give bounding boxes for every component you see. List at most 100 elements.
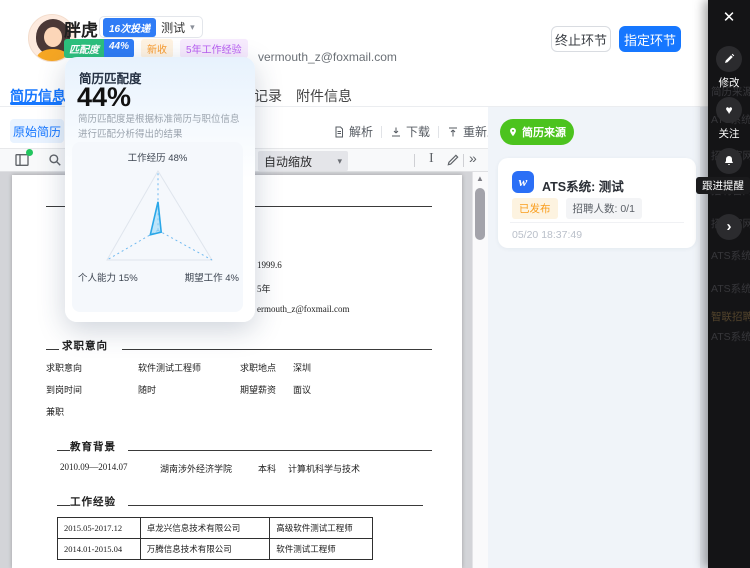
- resume-email-value: ermouth_z@foxmail.com: [257, 304, 350, 314]
- resume-birth-value: 1999.6: [257, 260, 282, 270]
- field-value: 深圳: [293, 361, 311, 374]
- radar-label-work: 工作经历 48%: [128, 150, 188, 164]
- work-dates: 2014.01-2015.04: [58, 539, 141, 560]
- section-rule: [128, 505, 423, 506]
- position-name: 测试: [161, 19, 185, 36]
- resume-source-label: 简历来源: [522, 124, 566, 140]
- ats-source-card[interactable]: w ATS系统: 测试 已发布 招聘人数: 0/1 05/20 18:37:49: [498, 158, 696, 248]
- headcount-badge: 招聘人数: 0/1: [566, 198, 642, 219]
- section-underscore: [46, 349, 59, 350]
- tag-experience: 5年工作经验: [180, 39, 248, 58]
- edu-degree: 本科: [258, 462, 276, 475]
- field-label: 到岗时间: [46, 383, 82, 396]
- location-pin-icon: [508, 127, 518, 137]
- divider: [414, 154, 415, 167]
- assign-stage-button[interactable]: 指定环节: [619, 26, 681, 52]
- field-value: 面议: [293, 383, 311, 396]
- bell-icon: [723, 155, 735, 167]
- chevron-down-icon: ▾: [337, 156, 342, 167]
- edit-label: 修改: [708, 75, 750, 90]
- section-underscore: [57, 450, 70, 451]
- parse-button[interactable]: 解析: [333, 123, 373, 140]
- more-tools-button[interactable]: »: [469, 150, 477, 166]
- card-divider: [510, 222, 684, 223]
- faint-list-item: ATS系统: [711, 329, 750, 344]
- ats-logo-icon: w: [512, 171, 534, 193]
- ats-badges: 已发布 招聘人数: 0/1: [512, 198, 642, 219]
- edu-major: 计算机科学与技术: [288, 462, 360, 475]
- faint-list-item: ATS系统: [711, 281, 750, 296]
- collapse-button[interactable]: ›: [716, 214, 742, 240]
- upload-icon: [447, 126, 459, 138]
- sidebar-toggle-button[interactable]: [14, 152, 30, 168]
- faint-list-item: 智联招聘: [711, 309, 750, 324]
- field-value: 随时: [138, 383, 156, 396]
- match-score-popup: 简历匹配度 44% 简历匹配度是根据标准简历与职位信息进行匹配分析得出的结果 工…: [65, 57, 255, 322]
- table-row: 2015.05-2017.12 卓龙兴信息技术有限公司 高级软件测试工程师: [58, 518, 373, 539]
- edu-school: 湖南涉外经济学院: [160, 462, 232, 475]
- ats-system-title: ATS系统: 测试: [542, 176, 624, 195]
- reminder-button[interactable]: [716, 148, 742, 174]
- download-button[interactable]: 下载: [390, 123, 430, 140]
- close-icon[interactable]: ✕: [708, 8, 750, 26]
- section-title-jobintent: 求职意向: [62, 338, 108, 353]
- notification-dot: [26, 149, 33, 156]
- chevron-right-icon: ›: [727, 218, 732, 235]
- section-title-education: 教育背景: [70, 439, 116, 454]
- radar-label-ability: 个人能力 15%: [78, 270, 138, 284]
- viewer-scrollbar-thumb[interactable]: [475, 188, 485, 240]
- heart-icon: ♥: [725, 103, 732, 117]
- text-select-tool[interactable]: I: [429, 151, 434, 167]
- position-selector[interactable]: 16次投递 测试 ▾: [99, 16, 203, 38]
- match-label: 匹配度: [64, 39, 104, 58]
- avatar-face: [44, 27, 62, 47]
- reminder-label: 跟进提醒: [696, 177, 750, 194]
- pencil-icon: [723, 53, 735, 65]
- work-title: 高级软件测试工程师: [270, 518, 373, 539]
- zoom-mode-value: 自动缩放: [264, 153, 312, 170]
- parse-label: 解析: [349, 123, 373, 140]
- match-value: 44%: [104, 39, 134, 58]
- section-underscore: [57, 505, 70, 506]
- popup-description: 简历匹配度是根据标准简历与职位信息进行匹配分析得出的结果: [78, 113, 246, 142]
- resume-exp-value: 5年: [257, 282, 271, 295]
- scroll-up-icon[interactable]: ▲: [475, 174, 485, 183]
- annotate-tool[interactable]: [446, 153, 460, 167]
- section-rule: [128, 450, 432, 451]
- divider: [463, 154, 464, 167]
- chevron-down-icon: ▾: [190, 22, 195, 33]
- radar-panel: 工作经历 48% 个人能力 15% 期望工作 4%: [72, 142, 243, 312]
- edu-dates: 2010.09—2014.07: [60, 462, 128, 472]
- active-tab-underline: [10, 102, 62, 105]
- search-icon: [48, 153, 62, 167]
- section-title-work: 工作经验: [70, 494, 116, 509]
- candidate-badges: 匹配度44% 新收 5年工作经验: [64, 39, 248, 58]
- field-label: 求职地点: [240, 361, 276, 374]
- field-label: 期望薪资: [240, 383, 276, 396]
- radar-label-expect: 期望工作 4%: [185, 270, 239, 284]
- section-rule: [122, 349, 432, 350]
- original-resume-button[interactable]: 原始简历: [10, 119, 64, 143]
- popup-match-value: 44%: [77, 82, 131, 113]
- resume-source-button[interactable]: 简历来源: [500, 119, 574, 145]
- field-label: 求职意向: [46, 361, 82, 374]
- work-experience-table: 2015.05-2017.12 卓龙兴信息技术有限公司 高级软件测试工程师 20…: [57, 517, 373, 560]
- terminate-stage-button[interactable]: 终止环节: [551, 26, 611, 52]
- faint-list-item: ATS系统: [711, 248, 750, 263]
- table-row: 2014.01-2015.04 万腾信息技术有限公司 软件测试工程师: [58, 539, 373, 560]
- document-icon: [333, 126, 345, 138]
- work-company: 卓龙兴信息技术有限公司: [140, 518, 270, 539]
- work-title: 软件测试工程师: [270, 539, 373, 560]
- quick-action-sidebar: 简历来源 ATS系统 招聘官网 招聘官网 招聘官网 ATS系统 ATS系统 智联…: [708, 0, 750, 568]
- candidate-name: 胖虎: [64, 16, 98, 41]
- zoom-mode-select[interactable]: 自动缩放 ▾: [258, 151, 348, 171]
- match-score-badge[interactable]: 匹配度44%: [64, 39, 134, 58]
- divider: [381, 126, 382, 138]
- edit-button[interactable]: [716, 46, 742, 72]
- follow-button[interactable]: ♥: [716, 97, 742, 123]
- search-button[interactable]: [48, 153, 62, 167]
- tab-attachments[interactable]: 附件信息: [296, 86, 352, 106]
- work-company: 万腾信息技术有限公司: [140, 539, 270, 560]
- status-badge: 已发布: [512, 198, 558, 219]
- download-icon: [390, 126, 402, 138]
